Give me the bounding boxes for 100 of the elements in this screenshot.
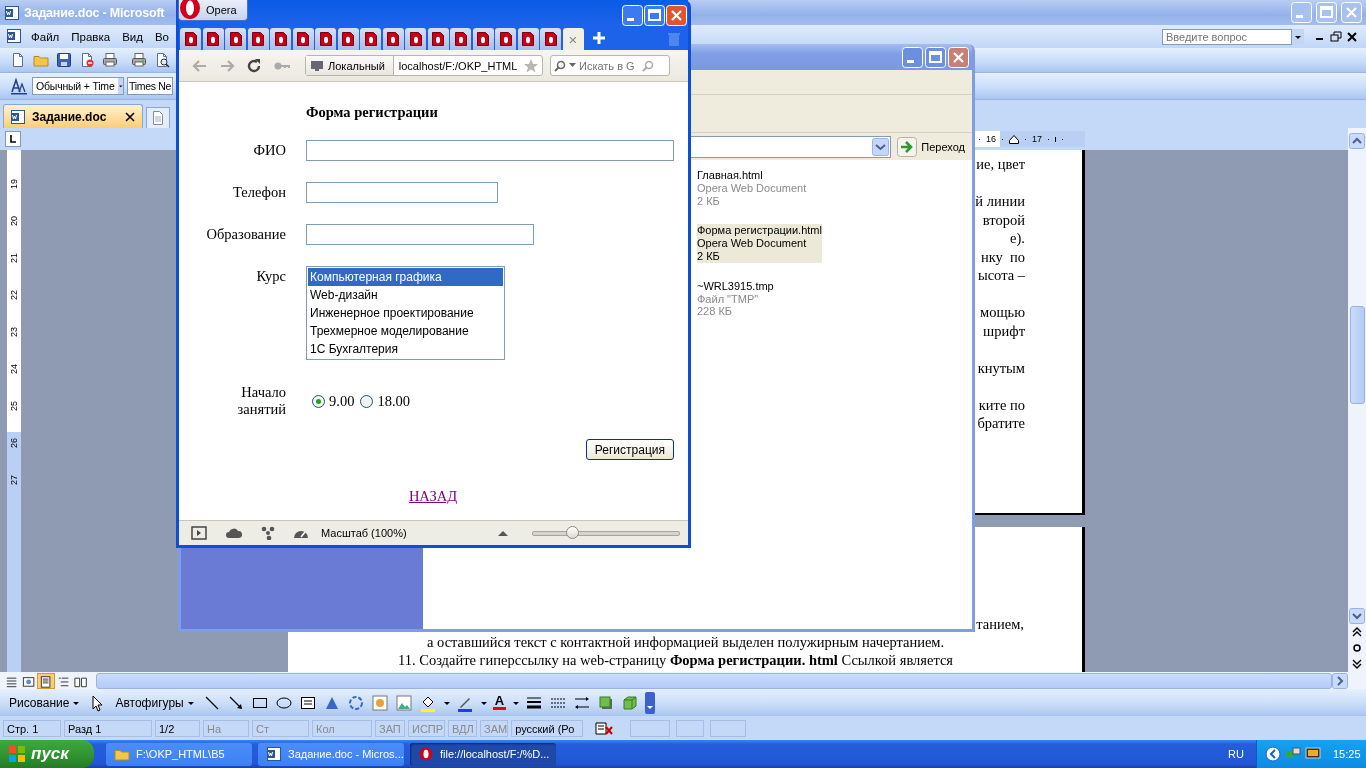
search-bar[interactable]: Искать в G [550, 55, 670, 76]
address-bar[interactable]: Локальный localhost/F:/OKP_HTML [305, 55, 543, 76]
print-icon[interactable] [131, 52, 147, 68]
menu-item[interactable]: Файл [27, 28, 64, 45]
scroll-thumb[interactable] [1349, 306, 1365, 404]
print-layout-button[interactable] [38, 673, 54, 688]
maximize-button[interactable] [925, 46, 946, 68]
back-link[interactable]: НАЗАД [408, 488, 458, 504]
picture-icon[interactable] [394, 693, 413, 712]
indent-marker-icon[interactable] [1009, 134, 1019, 144]
caret-icon[interactable] [512, 699, 520, 706]
caret-icon[interactable] [479, 699, 487, 706]
browser-tab[interactable] [405, 28, 426, 50]
next-page-button[interactable] [1349, 656, 1365, 672]
clip-art-icon[interactable] [370, 693, 389, 712]
word-document-icon[interactable] [6, 27, 24, 46]
file-item[interactable]: Форма регистрации.html Opera Web Document 2 КБ [697, 224, 822, 263]
scroll-up-button[interactable] [1349, 133, 1365, 149]
tab-stop-icon[interactable] [4, 131, 21, 147]
page-icon [183, 31, 198, 47]
browser-tab[interactable] [337, 28, 359, 50]
start-button[interactable]: пуск [0, 740, 94, 768]
3d-icon[interactable] [621, 693, 640, 712]
new-document-icon[interactable] [10, 52, 26, 68]
zoom-arrow-icon[interactable] [498, 530, 508, 536]
file-item[interactable]: ~WRL3915.tmp Файл "TMP" 228 КБ [697, 279, 820, 319]
go-button[interactable]: Переход [896, 135, 968, 158]
browser-tab[interactable] [247, 28, 269, 50]
menu-item[interactable]: Вид [118, 28, 147, 45]
location-badge[interactable]: Локальный [306, 56, 394, 75]
radio-button[interactable] [312, 394, 325, 408]
drawing-menu[interactable]: Рисование [6, 693, 83, 712]
browser-tab[interactable] [495, 28, 516, 50]
address-field[interactable] [690, 135, 892, 158]
restore-icon[interactable] [1328, 28, 1344, 45]
diagram-icon[interactable] [346, 693, 365, 712]
styles-icon[interactable] [10, 77, 28, 95]
register-button[interactable]: Регистрация [585, 439, 674, 460]
document-tab[interactable]: Задание.doc [3, 104, 144, 128]
list-option[interactable]: Компьютерная графика [308, 268, 503, 286]
permission-icon[interactable] [79, 52, 95, 68]
page-icon [228, 31, 243, 47]
browser-tab[interactable] [450, 28, 471, 50]
radio-button[interactable] [360, 394, 374, 408]
taskbar-button[interactable]: file://localhost/F:/%D... [410, 742, 556, 766]
reload-button[interactable] [246, 57, 262, 74]
browser-tab[interactable] [427, 28, 449, 50]
bookmark-star-icon[interactable] [523, 57, 539, 74]
slider-thumb[interactable] [565, 526, 579, 539]
close-button[interactable] [666, 5, 687, 26]
text-field[interactable] [306, 140, 674, 161]
browser-tab[interactable] [360, 28, 381, 50]
browser-tab[interactable] [180, 28, 201, 50]
fan-icon[interactable] [261, 526, 275, 540]
browser-tab[interactable] [202, 28, 224, 50]
minimize-button[interactable] [622, 5, 643, 26]
list-option[interactable]: Инженерное проектирование [308, 304, 503, 322]
zoom-slider[interactable] [532, 526, 680, 540]
browser-tab[interactable] [517, 28, 539, 50]
monitor-icon[interactable] [1305, 746, 1321, 762]
browser-tab[interactable] [315, 28, 336, 50]
caret-icon[interactable] [186, 699, 194, 706]
scroll-thumb[interactable] [96, 672, 1332, 689]
caret-icon[interactable] [72, 699, 80, 706]
list-option[interactable]: Web-дизайн [308, 286, 503, 304]
new-tab-button[interactable] [146, 107, 171, 128]
scroll-right-button[interactable] [1332, 672, 1348, 689]
menu-item[interactable]: Во [150, 28, 174, 45]
expand-tray-button[interactable] [1265, 746, 1281, 762]
font-color-button[interactable]: A [492, 695, 507, 710]
menu-item[interactable]: Правка [67, 28, 115, 45]
close-button[interactable] [948, 46, 969, 68]
file-item[interactable]: Главная.html Opera Web Document 2 КБ [697, 169, 820, 208]
language-indicator[interactable]: RU [1228, 748, 1244, 760]
course-listbox[interactable]: Компьютерная графика Web-дизайн Инженерное проектирование Трехмерное моделирование 1С Бухгалтерия [306, 266, 505, 360]
browser-tab[interactable] [540, 28, 561, 50]
toolbar-options-icon[interactable] [645, 691, 656, 714]
print-preview-icon[interactable] [154, 52, 170, 68]
cloud-icon[interactable] [225, 527, 243, 539]
save-icon[interactable] [56, 52, 72, 68]
browser-tab[interactable] [270, 28, 291, 50]
scroll-down-button[interactable] [1349, 608, 1365, 624]
close-icon[interactable] [124, 110, 137, 123]
browser-tab[interactable] [472, 28, 494, 50]
autoshapes-menu[interactable]: Автофигуры [112, 693, 197, 712]
text-field[interactable] [306, 224, 534, 245]
list-option[interactable]: Трехмерное моделирование [308, 322, 503, 340]
caret-icon[interactable] [442, 699, 450, 706]
minimize-button[interactable] [902, 46, 923, 68]
opera-menu-button[interactable]: Opera [178, 0, 248, 21]
maximize-button[interactable] [644, 5, 665, 26]
browser-tab[interactable] [292, 28, 314, 50]
browser-tab[interactable] [225, 28, 246, 50]
list-option[interactable]: 1С Бухгалтерия [308, 340, 503, 358]
browser-tab[interactable] [382, 28, 404, 50]
text-field[interactable] [306, 182, 498, 203]
style-dropdown[interactable]: Обычный + Time [32, 77, 124, 95]
font-dropdown[interactable]: Times Ne [127, 77, 174, 95]
panel-toggle-icon[interactable] [191, 526, 207, 540]
question-field[interactable]: Введите вопрос [1162, 28, 1292, 45]
